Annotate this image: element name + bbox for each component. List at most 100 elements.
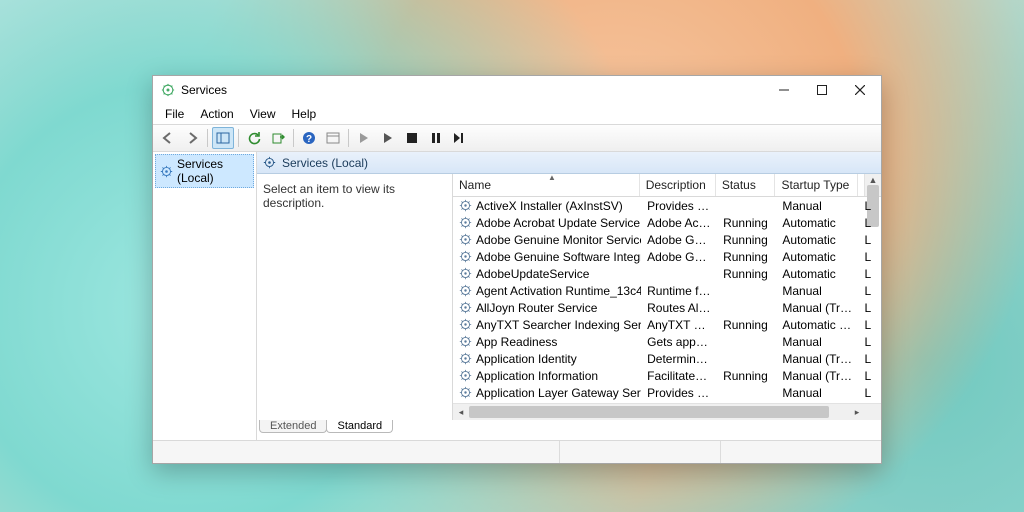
cell-name: Adobe Acrobat Update Service [453,216,641,230]
app-icon [161,83,175,97]
cell-name: Application Identity [453,352,641,366]
gear-icon [263,156,276,169]
scroll-right-icon[interactable]: ▸ [849,404,865,420]
cell-status: Running [717,369,776,383]
col-description[interactable]: Description [640,174,716,196]
cell-name: Adobe Genuine Software Integrity Service [453,250,641,264]
cell-status: Running [717,250,776,264]
toolbar: ? [153,124,881,152]
scroll-up-icon[interactable]: ▲ [865,174,881,185]
service-row[interactable]: Application IdentityDetermines ...Manual… [453,350,881,367]
cell-name: Agent Activation Runtime_13c4cb2 [453,284,641,298]
service-row[interactable]: App ReadinessGets apps re...ManualL [453,333,881,350]
cell-startup: Automatic (D... [776,318,858,332]
toolbar-separator [207,129,208,147]
scroll-thumb[interactable] [469,406,829,418]
cell-logon: L [858,216,881,230]
cell-status: Running [717,267,776,281]
cell-description: Adobe Gen... [641,233,717,247]
cell-startup: Manual (Trig... [776,352,858,366]
menu-view[interactable]: View [242,105,284,123]
cell-logon: L [858,352,881,366]
restart-service-button[interactable] [449,127,471,149]
service-row[interactable]: AllJoyn Router ServiceRoutes AllJo...Man… [453,299,881,316]
cell-description: Adobe Gen... [641,250,717,264]
column-headers: ▲ Name Description Status Startup Type L… [453,174,881,197]
toolbar-separator [348,129,349,147]
cell-description: Provides Us... [641,199,717,213]
help-button[interactable]: ? [298,127,320,149]
service-row[interactable]: Agent Activation Runtime_13c4cb2Runtime … [453,282,881,299]
cell-logon: L [858,386,881,400]
tree-item-services-local[interactable]: Services (Local) [155,154,254,188]
tab-standard[interactable]: Standard [326,420,393,433]
cell-status: Running [717,318,776,332]
menu-help[interactable]: Help [284,105,325,123]
minimize-button[interactable] [765,76,803,104]
refresh-button[interactable] [243,127,265,149]
cell-logon: L [858,233,881,247]
cell-description: Facilitates t... [641,369,717,383]
description-pane: Select an item to view its description. [257,174,453,420]
service-row[interactable]: Adobe Genuine Software Integrity Service… [453,248,881,265]
gear-icon [160,165,173,178]
close-button[interactable] [841,76,879,104]
horizontal-scrollbar[interactable]: ◂ ▸ [453,403,881,420]
cell-startup: Automatic [776,216,858,230]
cell-name: App Readiness [453,335,641,349]
cell-status: Running [717,233,776,247]
cell-logon: L [858,369,881,383]
cell-name: AllJoyn Router Service [453,301,641,315]
service-row[interactable]: Application Layer Gateway ServiceProvide… [453,384,881,401]
scroll-left-icon[interactable]: ◂ [453,404,469,420]
cell-startup: Manual [776,386,858,400]
cell-description: Routes AllJo... [641,301,717,315]
col-status[interactable]: Status [716,174,776,196]
service-row[interactable]: Application InformationFacilitates t...R… [453,367,881,384]
service-row[interactable]: ActiveX Installer (AxInstSV)Provides Us.… [453,197,881,214]
service-row[interactable]: Adobe Genuine Monitor ServiceAdobe Gen..… [453,231,881,248]
cell-description: AnyTXT Sear... [641,318,717,332]
window-title: Services [181,83,227,97]
back-button[interactable] [157,127,179,149]
view-tabs: Extended Standard [257,420,881,440]
cell-startup: Manual [776,284,858,298]
cell-name: AnyTXT Searcher Indexing Service [453,318,641,332]
cell-logon: L [858,301,881,315]
cell-description: Provides su... [641,386,717,400]
sort-indicator-icon: ▲ [547,173,557,182]
stop-square-button[interactable] [401,127,423,149]
service-row[interactable]: AnyTXT Searcher Indexing ServiceAnyTXT S… [453,316,881,333]
menu-file[interactable]: File [157,105,192,123]
cell-logon: L [858,199,881,213]
scroll-corner [865,404,881,420]
toolbar-separator [238,129,239,147]
tab-extended[interactable]: Extended [259,420,327,433]
detail-header: Services (Local) [257,152,881,174]
vertical-scrollbar[interactable]: ▲ ▼ [864,174,881,196]
title-bar[interactable]: Services [153,76,881,104]
cell-name: Application Layer Gateway Service [453,386,641,400]
toolbar-separator [293,129,294,147]
desktop-wallpaper: Services File Action View Help ? Se [0,0,1024,512]
cell-description: Gets apps re... [641,335,717,349]
cell-logon: L [858,267,881,281]
cell-startup: Manual [776,199,858,213]
service-row[interactable]: AdobeUpdateServiceRunningAutomaticL [453,265,881,282]
maximize-button[interactable] [803,76,841,104]
export-list-button[interactable] [267,127,289,149]
menu-action[interactable]: Action [192,105,241,123]
status-cell [153,441,560,463]
stop-service-button[interactable] [377,127,399,149]
start-service-button[interactable] [353,127,375,149]
cell-status: Running [717,216,776,230]
col-startup-type[interactable]: Startup Type [775,174,857,196]
svg-text:?: ? [306,134,312,145]
pause-service-button[interactable] [425,127,447,149]
detail-pane: Services (Local) Select an item to view … [257,152,881,440]
forward-button[interactable] [181,127,203,149]
show-hide-tree-button[interactable] [212,127,234,149]
cell-startup: Automatic [776,233,858,247]
properties-button[interactable] [322,127,344,149]
service-row[interactable]: Adobe Acrobat Update ServiceAdobe Acro..… [453,214,881,231]
